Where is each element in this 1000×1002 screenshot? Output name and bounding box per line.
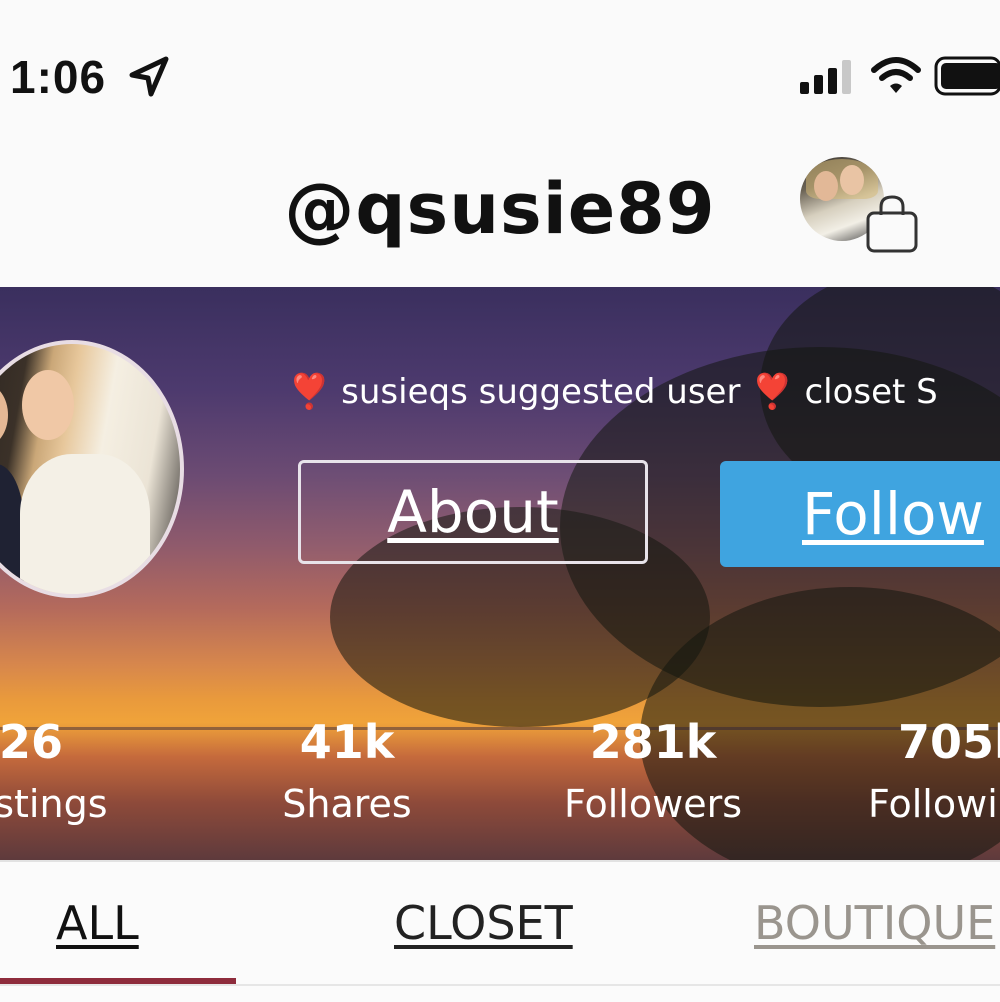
tab-closet[interactable]: CLOSET	[394, 896, 573, 950]
heart-exclamation-icon: ❣️	[751, 372, 794, 412]
shopping-bag-icon[interactable]	[864, 193, 920, 255]
wifi-icon	[871, 57, 921, 93]
stat-following-value[interactable]: 705k	[898, 715, 1000, 769]
stat-followers-value[interactable]: 281k	[538, 715, 768, 769]
cellular-signal-icon	[800, 60, 851, 94]
location-arrow-icon	[129, 56, 169, 97]
stat-shares-label[interactable]: Shares	[232, 782, 462, 826]
profile-bio: ❣️ susieqs suggested user ❣️ closet S	[288, 372, 938, 412]
tab-divider	[0, 984, 1000, 986]
bio-text: closet S	[804, 372, 938, 412]
heart-exclamation-icon: ❣️	[288, 372, 331, 412]
stat-following-label[interactable]: Following	[868, 782, 1000, 826]
follow-button-label: Follow	[802, 480, 984, 548]
stat-listings-value[interactable]: 826	[0, 715, 130, 769]
bio-text: susieqs suggested user	[341, 372, 741, 412]
stat-followers-label[interactable]: Followers	[538, 782, 768, 826]
follow-button[interactable]: Follow	[720, 461, 1000, 567]
about-button[interactable]: About	[298, 460, 648, 564]
tab-boutique[interactable]: BOUTIQUE	[754, 896, 995, 950]
about-button-label: About	[387, 478, 559, 546]
status-time: 1:06	[10, 51, 107, 103]
stat-shares-value[interactable]: 41k	[232, 715, 462, 769]
stat-listings-label[interactable]: Listings	[0, 782, 150, 826]
battery-icon	[934, 56, 1000, 96]
tab-all[interactable]: ALL	[56, 896, 139, 950]
